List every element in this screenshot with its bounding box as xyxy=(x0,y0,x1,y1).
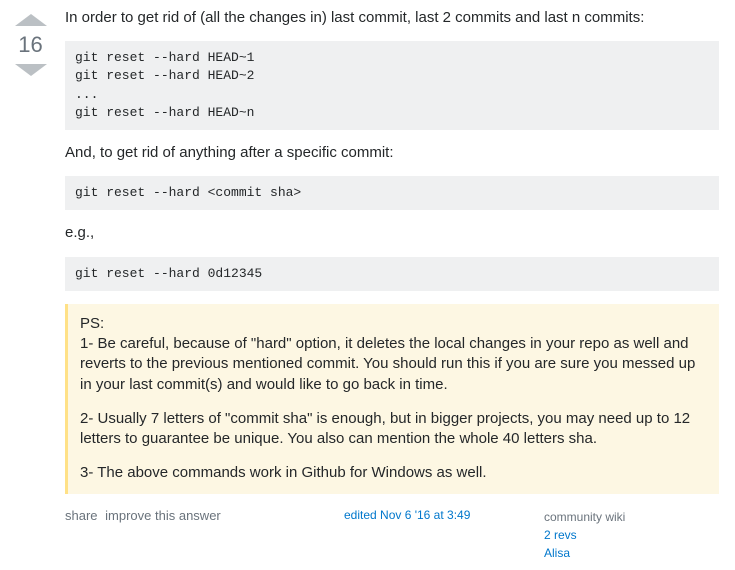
user-info: community wiki 2 revs Alisa xyxy=(544,508,719,562)
para-3: e.g., xyxy=(65,223,719,243)
improve-link[interactable]: improve this answer xyxy=(105,508,221,523)
vote-cell: 16 xyxy=(8,8,53,562)
answer-post: 16 In order to get rid of (all the chang… xyxy=(8,8,727,562)
revisions-link[interactable]: 2 revs xyxy=(544,526,719,544)
upvote-icon[interactable] xyxy=(15,14,47,26)
post-text: In order to get rid of (all the changes … xyxy=(65,8,719,494)
note-2: 2- Usually 7 letters of "commit sha" is … xyxy=(80,409,707,450)
author-link[interactable]: Alisa xyxy=(544,544,719,562)
community-wiki-label: community wiki xyxy=(544,510,625,524)
code-block-3: git reset --hard 0d12345 xyxy=(65,257,719,291)
code-block-1: git reset --hard HEAD~1 git reset --hard… xyxy=(65,41,719,130)
post-cell: In order to get rid of (all the changes … xyxy=(53,8,727,562)
para-2: And, to get rid of anything after a spec… xyxy=(65,143,719,163)
edited-link[interactable]: edited Nov 6 '16 at 3:49 xyxy=(344,508,544,522)
code-block-2: git reset --hard <commit sha> xyxy=(65,176,719,210)
menu-left: share improve this answer xyxy=(65,508,344,523)
note-1: 1- Be careful, because of "hard" option,… xyxy=(80,335,695,393)
note-block: PS: 1- Be careful, because of "hard" opt… xyxy=(65,304,719,494)
share-link[interactable]: share xyxy=(65,508,98,523)
note-3: 3- The above commands work in Github for… xyxy=(80,463,707,483)
ps-label: PS: xyxy=(80,315,104,332)
intro-text: In order to get rid of (all the changes … xyxy=(65,8,719,28)
downvote-icon[interactable] xyxy=(15,64,47,76)
post-menu: share improve this answer edited Nov 6 '… xyxy=(65,508,719,562)
vote-count: 16 xyxy=(8,28,53,62)
